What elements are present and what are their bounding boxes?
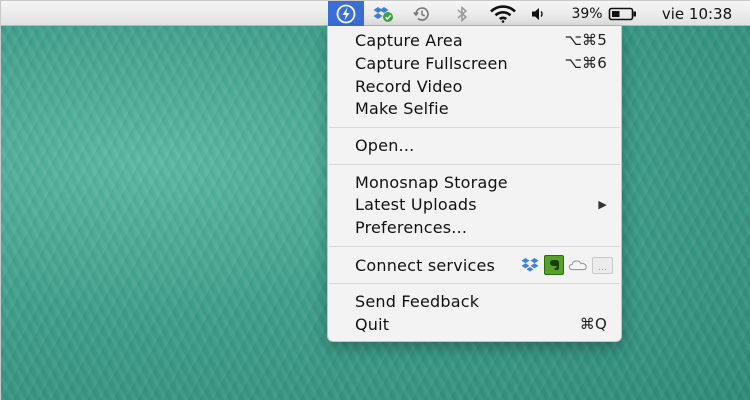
menubar-clock[interactable]: vie 10:38	[651, 1, 743, 26]
bluetooth-icon[interactable]	[451, 1, 473, 26]
menu-item-label: Latest Uploads	[355, 194, 477, 214]
menu-item-make-selfie[interactable]: Make Selfie	[355, 97, 607, 119]
wifi-icon[interactable]	[485, 1, 521, 26]
menu-item-monosnap-storage[interactable]: Monosnap Storage	[355, 171, 607, 193]
monosnap-icon	[336, 4, 356, 23]
dropbox-icon[interactable]	[520, 256, 540, 274]
battery-percent[interactable]: 39%	[568, 1, 606, 26]
evernote-icon[interactable]	[544, 255, 564, 275]
menu-item-label: Quit	[355, 314, 390, 334]
dropbox-sync-icon[interactable]	[369, 1, 399, 26]
menu-item-label: Make Selfie	[355, 98, 449, 118]
menu-item-capture-fullscreen[interactable]: Capture Fullscreen ⌥⌘6	[355, 52, 607, 74]
time-machine-icon[interactable]	[407, 1, 437, 26]
menu-item-label: Capture Area	[355, 30, 463, 50]
cloud-icon[interactable]	[568, 256, 588, 274]
menu-item-label: Send Feedback	[355, 291, 480, 311]
menu-item-record-video[interactable]: Record Video	[355, 75, 607, 97]
menu-separator	[329, 164, 620, 165]
menu-item-preferences[interactable]: Preferences...	[355, 216, 607, 238]
menu-separator	[329, 283, 620, 284]
menu-item-label: Open...	[355, 135, 415, 155]
battery-icon[interactable]	[607, 1, 639, 26]
menu-item-open[interactable]: Open...	[355, 134, 607, 156]
service-icons: ...	[520, 255, 613, 275]
monosnap-menu-extra[interactable]	[328, 1, 364, 26]
menu-item-label: Connect services	[355, 255, 496, 275]
menu-bar: 39% vie 10:38	[1, 1, 750, 26]
menu-item-shortcut: ⌥⌘5	[564, 31, 607, 49]
menu-item-label: Preferences...	[355, 217, 468, 237]
menu-item-latest-uploads[interactable]: Latest Uploads ▶	[355, 193, 607, 215]
volume-icon[interactable]	[528, 1, 548, 26]
menu-item-quit[interactable]: Quit ⌘Q	[355, 313, 607, 335]
menu-item-capture-area[interactable]: Capture Area ⌥⌘5	[355, 29, 607, 51]
menu-item-label: Capture Fullscreen	[355, 53, 508, 73]
submenu-arrow-icon: ▶	[598, 197, 607, 211]
menu-item-shortcut: ⌘Q	[579, 315, 607, 333]
more-icon[interactable]: ...	[592, 256, 613, 274]
menu-separator	[329, 246, 620, 247]
menu-item-shortcut: ⌥⌘6	[564, 54, 607, 72]
menu-separator	[329, 127, 620, 128]
menu-item-label: Monosnap Storage	[355, 172, 508, 192]
menu-item-connect-services[interactable]: Connect services ...	[355, 254, 613, 276]
monosnap-dropdown-menu: Capture Area ⌥⌘5 Capture Fullscreen ⌥⌘6 …	[327, 26, 622, 342]
menu-item-send-feedback[interactable]: Send Feedback	[355, 290, 607, 312]
menu-item-label: Record Video	[355, 76, 463, 96]
